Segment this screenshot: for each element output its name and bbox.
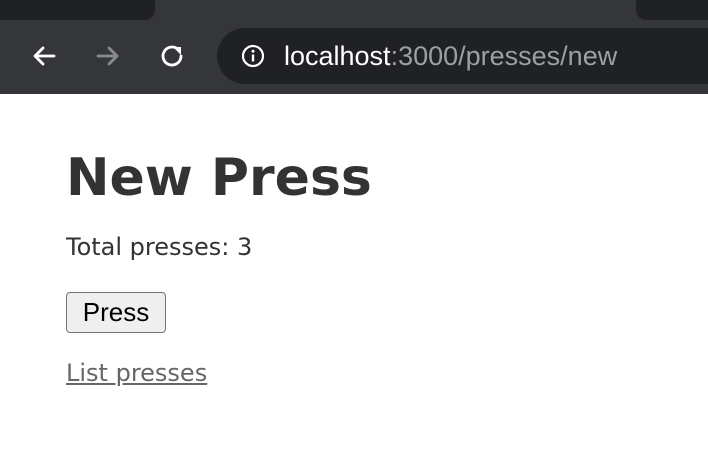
forward-arrow-icon (96, 46, 119, 66)
url-host: localhost (284, 41, 391, 71)
total-presses-count: 3 (237, 233, 253, 261)
back-button[interactable] (26, 38, 62, 74)
browser-toolbar: localhost:3000/presses/new (0, 0, 708, 94)
forward-button[interactable] (90, 38, 126, 74)
tab-strip (0, 0, 708, 20)
info-icon[interactable] (241, 44, 265, 68)
address-bar[interactable]: localhost:3000/presses/new (217, 28, 708, 84)
list-presses-link[interactable]: List presses (66, 358, 207, 388)
press-button[interactable]: Press (66, 292, 166, 333)
reload-icon (161, 45, 183, 67)
url-path: :3000/presses/new (390, 41, 618, 71)
total-presses-label: Total presses: (66, 233, 238, 261)
url-text[interactable]: localhost:3000/presses/new (284, 39, 617, 73)
total-presses-text: Total presses: 3 (66, 232, 252, 262)
back-arrow-icon (33, 46, 56, 66)
reload-button[interactable] (154, 38, 190, 74)
browser-tab[interactable] (636, 0, 708, 20)
browser-tab[interactable] (0, 0, 155, 20)
page-title: New Press (66, 148, 372, 208)
